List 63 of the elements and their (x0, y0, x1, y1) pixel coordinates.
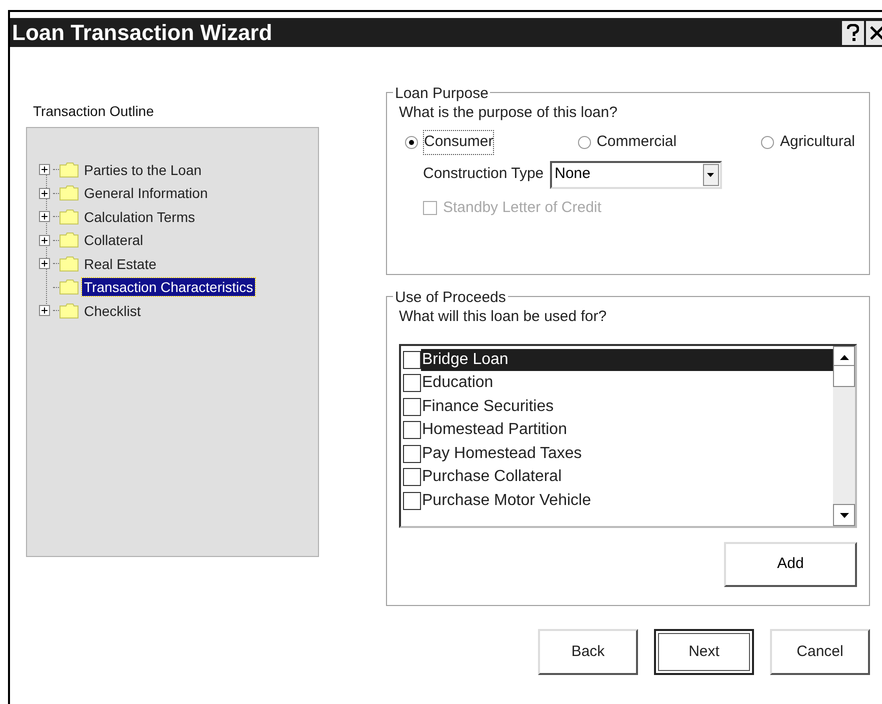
expand-icon[interactable] (39, 188, 50, 199)
outline-title: Transaction Outline (32, 102, 155, 120)
folder-icon (59, 232, 79, 248)
window-title: Loan Transaction Wizard (12, 22, 272, 44)
radio-label[interactable]: Agricultural (780, 131, 855, 154)
list-item[interactable]: Purchase Collateral (421, 466, 833, 488)
radio-button[interactable] (405, 136, 418, 149)
help-button[interactable] (842, 20, 864, 44)
tree-item[interactable]: Real Estate (82, 254, 158, 273)
question-text: What is the purpose of this loan? (399, 103, 618, 123)
expand-icon[interactable] (39, 305, 50, 316)
radio-button[interactable] (578, 136, 591, 149)
radio-label[interactable]: Commercial (596, 131, 677, 154)
checkbox[interactable] (403, 350, 421, 369)
dialog-button[interactable]: Next (654, 629, 754, 675)
list-item[interactable]: Bridge Loan (421, 348, 833, 371)
checkbox[interactable] (403, 444, 421, 463)
question-text: What will this loan be used for? (399, 307, 608, 327)
list-item[interactable]: Education (421, 372, 833, 394)
scrollbar[interactable] (833, 346, 855, 526)
checkbox[interactable] (403, 492, 421, 510)
dropdown-arrow-button[interactable] (702, 164, 719, 186)
field-label: Construction Type (423, 164, 544, 184)
expand-icon[interactable] (39, 211, 50, 222)
caret-icon (707, 172, 714, 176)
radio-label[interactable]: Consumer (424, 131, 494, 154)
checkbox[interactable] (403, 468, 421, 486)
tree-item[interactable]: Calculation Terms (82, 208, 198, 226)
close-icon (869, 24, 882, 40)
dialog-button[interactable]: Cancel (770, 629, 870, 675)
proceeds-listbox[interactable]: Bridge Loan Education Finance Securities Homestead Partition Pay Homestead Taxes Purchase Collateral Purchase Motor Vehicle (399, 344, 857, 528)
folder-icon (59, 162, 79, 178)
folder-icon (59, 279, 79, 296)
checkbox[interactable] (403, 398, 421, 416)
tree-item[interactable]: General Information (82, 184, 210, 202)
down-arrow-icon (840, 512, 848, 518)
radio-button[interactable] (760, 136, 774, 149)
add-button[interactable]: Add (724, 542, 857, 587)
tree-item[interactable]: Parties to the Loan (82, 160, 204, 179)
tree-item[interactable]: Transaction Characteristics (82, 278, 256, 296)
folder-icon (59, 256, 79, 272)
checkbox[interactable] (403, 421, 421, 440)
help-icon (847, 24, 859, 42)
scroll-thumb[interactable] (833, 365, 855, 387)
construction-type-dropdown[interactable]: None (550, 160, 722, 188)
list-item[interactable]: Finance Securities (421, 396, 833, 418)
close-button[interactable] (866, 20, 882, 44)
expand-icon[interactable] (39, 234, 50, 246)
list-item[interactable]: Homestead Partition (421, 419, 833, 442)
expand-icon[interactable] (39, 164, 50, 176)
expand-icon[interactable] (39, 258, 50, 270)
tree-item[interactable]: Collateral (82, 231, 146, 250)
dropdown-value: None (554, 164, 590, 184)
folder-icon (59, 208, 79, 225)
list-item[interactable]: Purchase Motor Vehicle (421, 490, 833, 512)
list-item[interactable]: Pay Homestead Taxes (421, 442, 833, 465)
dialog-button[interactable]: Back (538, 629, 638, 675)
folder-icon (59, 185, 79, 202)
tree-item[interactable]: Checklist (82, 302, 143, 320)
checkbox[interactable] (403, 374, 421, 392)
scroll-down-button[interactable] (833, 504, 855, 526)
up-arrow-icon (840, 354, 848, 360)
folder-icon (59, 302, 79, 319)
